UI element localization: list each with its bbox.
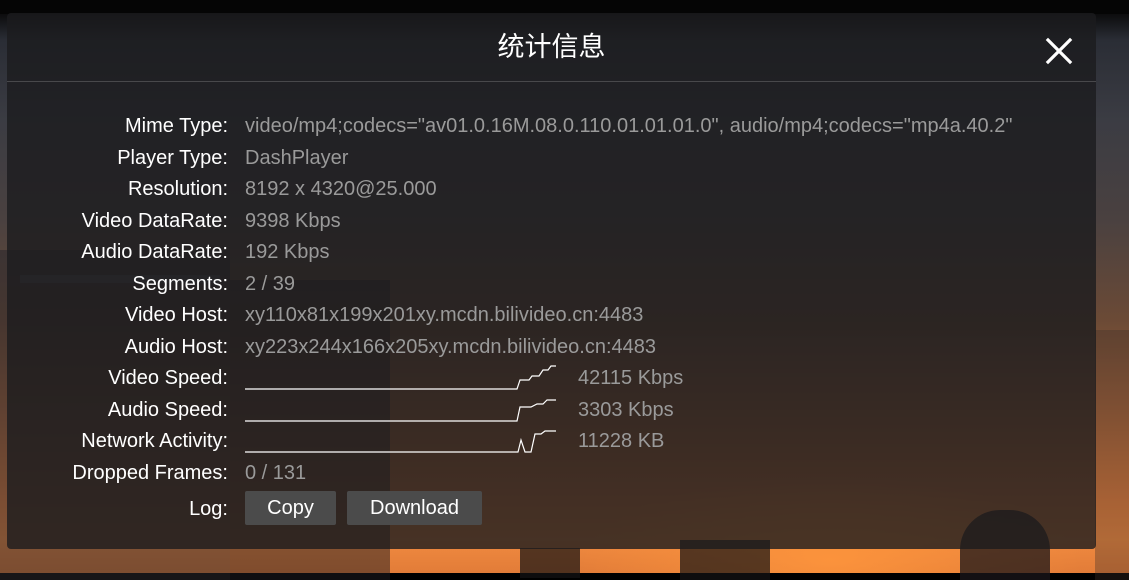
stat-label: Video Host:	[124, 304, 228, 326]
stat-label: Log:	[189, 498, 228, 520]
background-building	[520, 548, 580, 578]
stat-row-audio-host: Audio Host: xy223x244x166x205xy.mcdn.bil…	[7, 332, 1096, 364]
stat-label: Resolution:	[127, 178, 228, 200]
stat-label: Dropped Frames:	[72, 461, 228, 484]
stat-row-resolution: Resolution: 8192 x 4320@25.000	[7, 174, 1096, 206]
stat-row-video-host: Video Host: xy110x81x199x201xy.mcdn.bili…	[7, 300, 1096, 332]
stat-row-audio-datarate: Audio DataRate: 192 Kbps	[7, 237, 1096, 269]
stat-value: 42115 Kbps	[578, 367, 684, 389]
stat-label: Mime Type:	[125, 115, 228, 137]
stat-value: xy110x81x199x201xy.mcdn.bilivideo.cn:448…	[245, 304, 644, 326]
stats-panel: 统计信息 Mime Type: video/mp4;codecs="av01.0…	[7, 13, 1096, 549]
stat-value: DashPlayer	[245, 146, 349, 169]
download-log-button[interactable]: Download	[347, 491, 482, 525]
stat-row-dropped-frames: Dropped Frames: 0 / 131	[7, 458, 1096, 490]
stat-value: 9398 Kbps	[245, 209, 341, 232]
network-activity-sparkline	[245, 430, 556, 453]
stat-row-video-datarate: Video DataRate: 9398 Kbps	[7, 206, 1096, 238]
stat-label: Network Activity:	[81, 430, 228, 452]
stat-label: Audio Host:	[124, 335, 228, 358]
stat-row-log: Log: Copy Download	[7, 491, 1096, 529]
stat-label: Video DataRate:	[81, 209, 228, 232]
stat-value: 0 / 131	[245, 461, 307, 484]
stat-value: 192 Kbps	[245, 241, 330, 263]
stat-label: Audio DataRate:	[81, 241, 228, 263]
stat-row-network-activity: Network Activity: 11228 KB	[7, 426, 1096, 458]
background-building	[1095, 330, 1129, 580]
stat-value: xy223x244x166x205xy.mcdn.bilivideo.cn:44…	[245, 335, 657, 358]
audio-speed-sparkline	[245, 398, 556, 422]
stats-panel-header: 统计信息	[7, 13, 1096, 82]
stat-label: Player Type:	[117, 146, 228, 169]
stat-value: 11228 KB	[578, 430, 665, 452]
stat-label: Audio Speed:	[107, 398, 228, 421]
stat-row-video-speed: Video Speed: 42115 Kbps	[7, 363, 1096, 395]
top-bar	[0, 0, 1129, 14]
copy-log-button[interactable]: Copy	[245, 491, 336, 525]
stat-label: Segments:	[132, 272, 228, 295]
stat-value: 8192 x 4320@25.000	[245, 178, 437, 200]
stat-row-player-type: Player Type: DashPlayer	[7, 143, 1096, 175]
stat-row-audio-speed: Audio Speed: 3303 Kbps	[7, 395, 1096, 427]
close-icon	[1045, 37, 1073, 65]
video-speed-sparkline	[245, 365, 556, 390]
stat-row-segments: Segments: 2 / 39	[7, 269, 1096, 301]
panel-title: 统计信息	[497, 32, 606, 62]
stats-list: Mime Type: video/mp4;codecs="av01.0.16M.…	[7, 111, 1096, 529]
close-button[interactable]	[1043, 35, 1075, 67]
stat-value: video/mp4;codecs="av01.0.16M.08.0.110.01…	[245, 115, 1013, 137]
stat-label: Video Speed:	[108, 367, 228, 389]
stat-value: 2 / 39	[245, 272, 296, 295]
stat-row-mime-type: Mime Type: video/mp4;codecs="av01.0.16M.…	[7, 111, 1096, 143]
stat-value: 3303 Kbps	[578, 398, 674, 421]
